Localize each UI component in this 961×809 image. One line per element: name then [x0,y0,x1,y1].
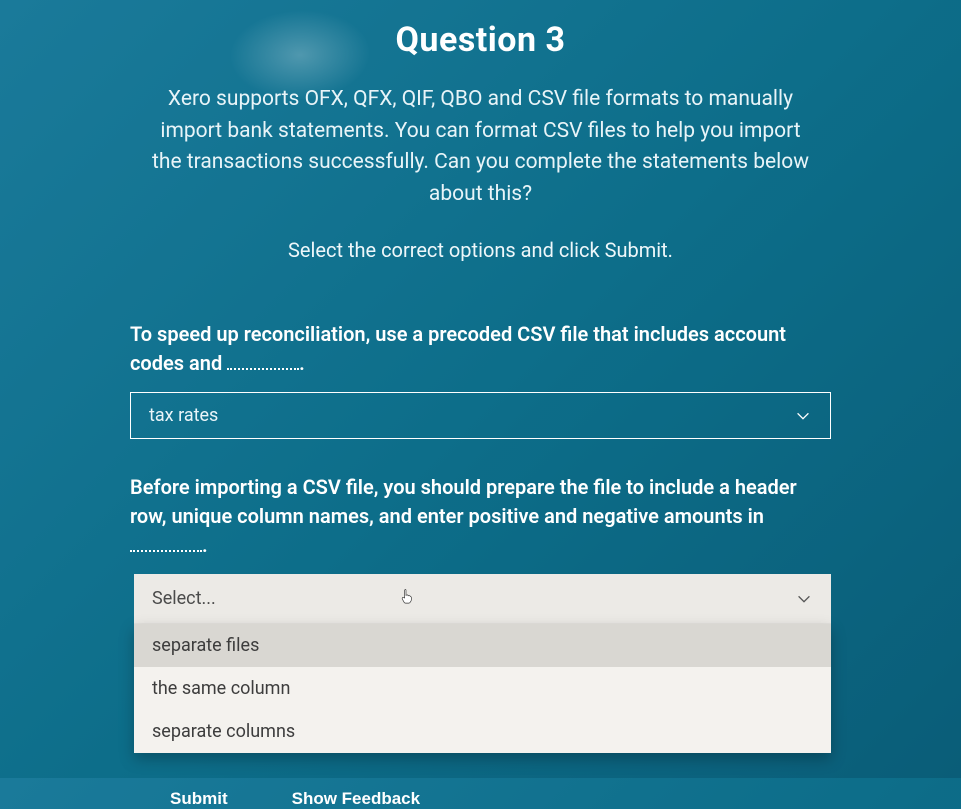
select-2-option-separate-columns[interactable]: separate columns [134,710,831,753]
question-instruction: Select the correct options and click Sub… [130,238,831,262]
chevron-down-icon [795,590,813,608]
select-2-dropdown[interactable]: Select... [134,574,831,624]
statement-2-text-b: . [202,533,208,557]
chevron-down-icon [794,407,812,425]
statement-1-text-b: . [299,351,305,375]
select-2-placeholder: Select... [152,588,216,609]
select-2-options-panel: separate files the same column separate … [134,624,831,753]
submit-button[interactable]: Submit [170,789,228,809]
question-container: Question 3 Xero supports OFX, QFX, QIF, … [0,0,961,809]
blank-placeholder [227,350,299,370]
select-2-option-separate-files[interactable]: separate files [134,624,831,667]
select-1-dropdown[interactable]: tax rates [130,392,831,439]
question-description: Xero supports OFX, QFX, QIF, QBO and CSV… [151,84,811,210]
blank-placeholder [130,532,202,552]
button-row: Submit Show Feedback [130,789,831,809]
select-1-value: tax rates [149,405,218,426]
show-feedback-button[interactable]: Show Feedback [292,789,420,809]
question-title: Question 3 [130,20,831,60]
statement-1-prompt: To speed up reconciliation, use a precod… [130,320,831,378]
statement-2-text-a: Before importing a CSV file, you should … [130,475,797,528]
statement-2-prompt: Before importing a CSV file, you should … [130,473,831,560]
select-2-option-same-column[interactable]: the same column [134,667,831,710]
